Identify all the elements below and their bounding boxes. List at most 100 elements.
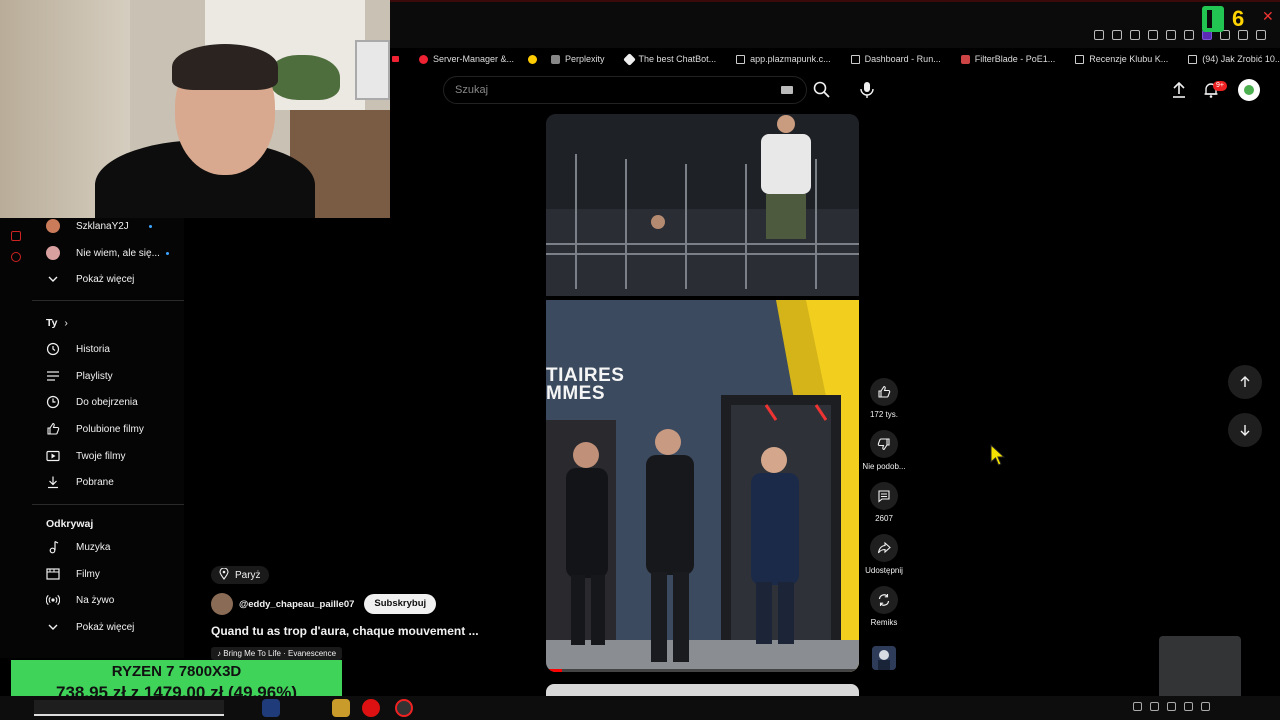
play-icon[interactable] — [1148, 30, 1158, 40]
sidebar-divider — [32, 300, 184, 301]
history-icon — [46, 342, 60, 356]
extension-icon[interactable] — [1184, 30, 1194, 40]
short-title[interactable]: Quand tu as trop d'aura, chaque mouvemen… — [211, 624, 479, 638]
notification-badge: 9+ — [1213, 81, 1227, 91]
volume-icon[interactable] — [1201, 702, 1210, 711]
chatbot-icon — [622, 52, 636, 66]
channel-row: @eddy_chapeau_paille07 Subskrybuj — [211, 593, 437, 615]
clock-icon — [46, 395, 60, 409]
download-icon — [46, 475, 60, 489]
film-icon — [46, 567, 60, 581]
sidebar-item-playlists[interactable]: Playlisty — [46, 366, 113, 386]
video-progress-bar[interactable] — [546, 669, 859, 672]
chevron-down-icon — [46, 620, 60, 634]
bookmark-5[interactable]: FilterBlade - PoE1... — [951, 54, 1066, 64]
previous-short-button[interactable] — [1228, 365, 1262, 399]
perplexity-icon — [551, 54, 561, 64]
webcam-monitor — [355, 40, 390, 100]
remix-button[interactable]: Remiks — [862, 586, 906, 627]
heart-icon[interactable] — [1166, 30, 1176, 40]
sidebar-show-more-explore[interactable]: Pokaż więcej — [46, 617, 134, 637]
previous-short-frame — [546, 114, 859, 296]
channel-avatar[interactable] — [211, 593, 233, 615]
bookmark-6[interactable]: Recenzje Klubu K... — [1065, 54, 1178, 64]
menu-icon[interactable] — [1256, 30, 1266, 40]
sidebar-item-live[interactable]: Na żywo — [46, 590, 114, 610]
music-note-icon — [46, 540, 60, 554]
display-icon[interactable] — [1184, 702, 1193, 711]
system-tray — [1133, 702, 1210, 711]
shorts-icon[interactable] — [11, 231, 21, 241]
taskbar-app-red-icon[interactable] — [362, 699, 380, 717]
network-icon[interactable] — [1167, 702, 1176, 711]
gmail-icon[interactable] — [390, 56, 409, 62]
chevron-up-icon[interactable] — [1133, 702, 1142, 711]
kick-logo-icon — [1202, 6, 1224, 32]
next-short-button[interactable] — [1228, 413, 1262, 447]
maps-pin-icon[interactable] — [524, 54, 541, 64]
tab-strip-accent — [390, 0, 1280, 2]
sidebar-subscription-0[interactable]: SzklanaY2J — [46, 216, 152, 236]
comment-icon — [870, 482, 898, 510]
sidebar-item-your-videos[interactable]: Twoje filmy — [46, 446, 125, 466]
location-chip[interactable]: Paryż — [211, 566, 269, 584]
microphone-icon[interactable] — [858, 80, 876, 100]
mouse-cursor-icon — [990, 443, 1006, 466]
playlist-icon — [46, 369, 60, 383]
browser-app-icon[interactable] — [395, 699, 413, 717]
close-icon[interactable]: ✕ — [1262, 8, 1274, 25]
short-video-player[interactable]: TIAIRES MMES — [546, 300, 859, 672]
like-count: 172 tys. — [869, 410, 898, 419]
bookmark-1[interactable]: Perplexity — [541, 54, 615, 64]
sidebar-section-explore: Odkrywaj — [46, 518, 94, 530]
remix-label: Remiks — [870, 618, 898, 627]
bookmark-2[interactable]: The best ChatBot... — [615, 52, 727, 66]
bookmark-icon[interactable] — [1094, 30, 1104, 40]
sidebar-item-downloads[interactable]: Pobrane — [46, 472, 114, 492]
webcam-plant — [270, 55, 340, 100]
avatar — [46, 219, 60, 233]
new-content-dot — [165, 251, 169, 255]
previous-short-video[interactable] — [546, 114, 859, 296]
video-progress-fill — [546, 669, 562, 672]
promo-product: RYZEN 7 7800X3D — [111, 663, 242, 680]
sidebar-show-more-subscriptions[interactable]: Pokaż więcej — [46, 269, 134, 289]
bookmark-7[interactable]: (94) Jak Zrobić 10... — [1178, 54, 1280, 64]
sidebar-subscription-1[interactable]: Nie wiem, ale się... — [46, 243, 169, 263]
like-button[interactable]: 172 tys. — [862, 378, 906, 419]
sidebar-item-watch-later[interactable]: Do obejrzenia — [46, 392, 138, 412]
search-input[interactable]: Szukaj — [443, 76, 807, 104]
subscribe-button[interactable]: Subskrybuj — [364, 594, 437, 614]
settings-icon[interactable] — [11, 252, 21, 262]
screenshot-icon[interactable] — [1112, 30, 1122, 40]
bookmark-4[interactable]: Dashboard - Run... — [841, 54, 951, 64]
upload-icon[interactable] — [1170, 80, 1188, 100]
sidebar-item-movies[interactable]: Filmy — [46, 564, 100, 584]
next-short-video[interactable] — [546, 684, 859, 696]
sidebar-item-history[interactable]: Historia — [46, 339, 110, 359]
arrow-down-icon — [1240, 425, 1250, 436]
keyboard-icon[interactable] — [781, 86, 793, 94]
new-content-dot — [148, 224, 152, 228]
channel-name[interactable]: @eddy_chapeau_paille07 — [239, 599, 354, 610]
bookmark-0[interactable]: Server-Manager &... — [409, 54, 524, 64]
bookmark-3[interactable]: app.plazmapunk.c... — [726, 54, 841, 64]
dislike-button[interactable]: Nie podob... — [862, 430, 906, 471]
bluetooth-icon[interactable] — [1150, 702, 1159, 711]
bookmarks-bar: Server-Manager &... Perplexity The best … — [390, 50, 1280, 68]
sidebar-section-you[interactable]: Ty › — [46, 317, 68, 329]
taskbar-app-icon[interactable] — [262, 699, 280, 717]
block-icon[interactable] — [1130, 30, 1140, 40]
search-icon[interactable] — [812, 80, 832, 100]
folder-icon[interactable] — [332, 699, 350, 717]
share-button[interactable]: Udostępnij — [862, 534, 906, 575]
comments-button[interactable]: 2607 — [862, 482, 906, 523]
red-circle-icon — [419, 54, 428, 64]
sidebar-item-liked-videos[interactable]: Polubione filmy — [46, 419, 144, 439]
song-chip[interactable]: ♪ Bring Me To Life · Evanescence — [211, 647, 343, 660]
account-avatar[interactable] — [1238, 79, 1260, 101]
sound-thumbnail[interactable] — [872, 646, 896, 670]
taskbar-search[interactable] — [34, 700, 224, 716]
chevron-right-icon: › — [64, 317, 68, 329]
sidebar-item-music[interactable]: Muzyka — [46, 537, 110, 557]
